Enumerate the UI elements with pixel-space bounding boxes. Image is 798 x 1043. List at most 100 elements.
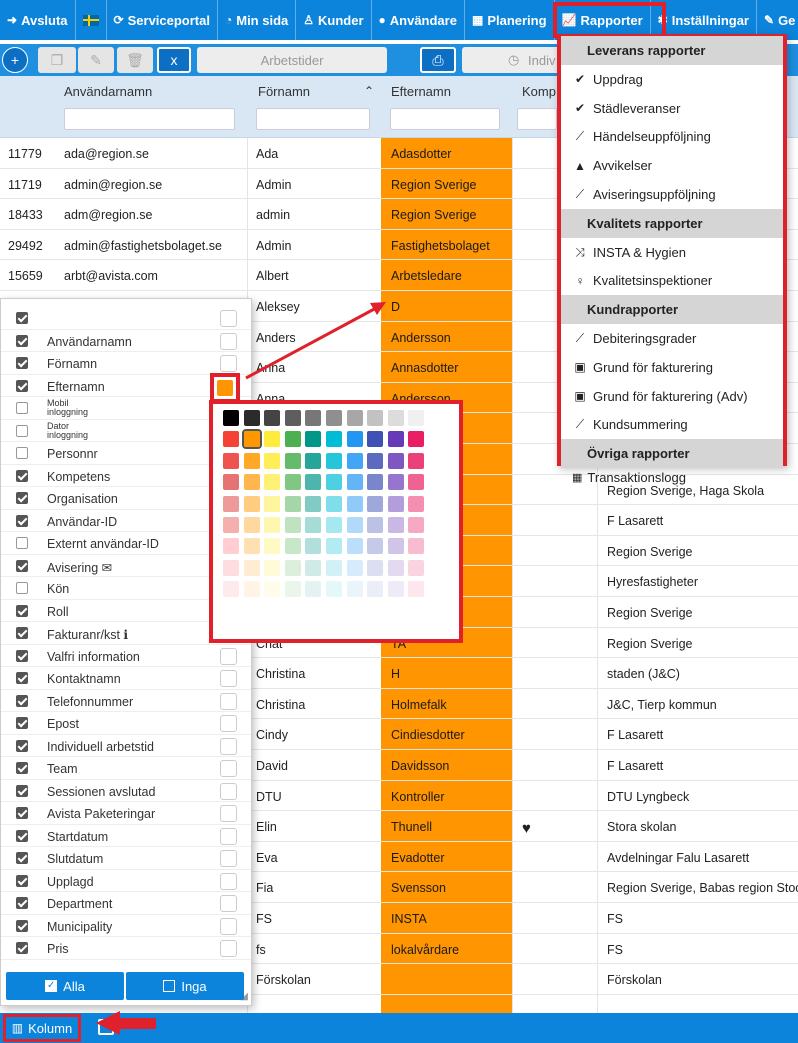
color-swatch[interactable] [220, 940, 237, 957]
checkbox-unchecked[interactable] [16, 402, 28, 414]
menu-item[interactable]: ⟋ Händelseuppföljning [561, 122, 783, 151]
checkbox-checked[interactable] [16, 739, 28, 752]
palette-color[interactable] [326, 474, 342, 491]
palette-color[interactable] [284, 559, 301, 576]
checkbox-checked[interactable] [16, 604, 28, 617]
indiv-button[interactable]: ◷ Indiv [462, 47, 562, 73]
checkbox-checked[interactable] [16, 469, 28, 482]
palette-color[interactable] [326, 538, 342, 555]
palette-color[interactable] [223, 431, 239, 448]
palette-color[interactable] [387, 410, 404, 426]
checkbox-checked[interactable] [16, 762, 28, 774]
palette-color[interactable] [387, 431, 404, 448]
checkbox-checked[interactable] [16, 672, 28, 684]
checkbox-checked[interactable] [16, 807, 28, 819]
checkbox-checked[interactable] [16, 717, 28, 729]
palette-color[interactable] [264, 410, 281, 426]
palette-color[interactable] [367, 410, 384, 426]
palette-color[interactable] [387, 559, 404, 576]
palette-color[interactable] [305, 452, 322, 469]
checkbox-checked[interactable] [16, 897, 28, 909]
header-firstname[interactable]: Förnamn [258, 84, 310, 99]
palette-color[interactable] [284, 431, 301, 448]
color-swatch[interactable] [220, 917, 237, 935]
column-option[interactable]: Pris [1, 937, 251, 960]
palette-color[interactable] [326, 581, 342, 598]
palette-color[interactable] [326, 452, 342, 469]
palette-color[interactable] [305, 559, 322, 576]
palette-color[interactable] [387, 538, 404, 555]
checkbox-checked[interactable] [16, 919, 28, 932]
color-swatch[interactable] [220, 647, 237, 665]
palette-color[interactable] [243, 410, 260, 426]
palette-color[interactable] [408, 581, 425, 598]
palette-color[interactable] [346, 581, 363, 598]
column-option[interactable]: Förnamn [1, 352, 251, 375]
checkbox-checked[interactable] [16, 627, 28, 639]
palette-color[interactable] [387, 581, 404, 598]
column-option[interactable]: Slutdatum [1, 847, 251, 870]
column-option[interactable]: Upplagd [1, 870, 251, 892]
checkbox-unchecked[interactable] [16, 582, 28, 594]
column-option[interactable]: Epost [1, 712, 251, 735]
column-option[interactable]: Användarnamn [1, 330, 251, 352]
palette-color[interactable] [387, 474, 404, 491]
palette-color[interactable] [264, 431, 281, 448]
palette-color[interactable] [387, 495, 404, 512]
color-swatch[interactable] [220, 827, 237, 845]
header-lastname[interactable]: Efternamn [391, 84, 451, 99]
column-option[interactable] [1, 307, 251, 330]
palette-color[interactable] [223, 495, 239, 512]
menu-item[interactable]: ✔ Uppdrag [561, 65, 783, 94]
column-option[interactable]: Avista Paketeringar [1, 802, 251, 825]
palette-color[interactable] [305, 495, 322, 512]
color-swatch[interactable] [220, 332, 237, 350]
palette-color[interactable] [367, 581, 384, 598]
selected-color-swatch[interactable] [210, 373, 240, 403]
column-option[interactable]: Sessionen avslutad [1, 780, 251, 802]
palette-color[interactable] [223, 581, 239, 598]
palette-color[interactable] [367, 538, 384, 555]
checkbox-checked[interactable] [16, 334, 28, 347]
palette-color[interactable] [367, 452, 384, 469]
palette-color[interactable] [305, 431, 322, 448]
palette-color[interactable] [264, 474, 281, 491]
palette-color[interactable] [387, 517, 404, 533]
palette-color[interactable] [243, 517, 260, 533]
palette-color[interactable] [408, 495, 425, 512]
kolumn-button[interactable]: ▥ Kolumn [3, 1014, 81, 1042]
palette-color[interactable] [367, 517, 384, 533]
palette-color[interactable] [243, 581, 260, 598]
palette-color[interactable] [305, 517, 322, 533]
palette-color[interactable] [284, 581, 301, 598]
palette-color[interactable] [243, 495, 260, 512]
column-option[interactable]: Valfri information [1, 645, 251, 667]
color-swatch[interactable] [220, 715, 237, 732]
palette-color[interactable] [284, 495, 301, 512]
color-swatch[interactable] [220, 737, 237, 755]
checkbox-checked[interactable] [16, 357, 28, 369]
menu-item[interactable]: ▣ Grund för fakturering (Adv) [561, 382, 783, 411]
checkbox-checked[interactable] [16, 694, 28, 707]
arbetstider-button[interactable]: Arbetstider [197, 47, 387, 73]
palette-color[interactable] [326, 431, 342, 448]
palette-color[interactable] [367, 474, 384, 491]
palette-color[interactable] [346, 410, 363, 426]
select-all-button[interactable]: ✓ Alla [6, 972, 124, 1000]
palette-color[interactable] [387, 452, 404, 469]
color-swatch[interactable] [220, 310, 237, 327]
palette-color[interactable] [408, 431, 425, 448]
palette-color[interactable] [346, 538, 363, 555]
palette-color[interactable] [264, 538, 281, 555]
excel-export-button[interactable]: x [157, 47, 191, 73]
palette-color[interactable] [346, 517, 363, 533]
palette-color[interactable] [367, 431, 384, 448]
nav-item-swedish-flag-icon[interactable] [76, 0, 107, 40]
filter-username[interactable] [64, 108, 235, 130]
select-none-button[interactable]: Inga [126, 972, 244, 1000]
delete-button[interactable]: 🗑 [117, 47, 153, 73]
checkbox-checked[interactable] [16, 514, 28, 527]
palette-color[interactable] [223, 559, 239, 576]
column-option[interactable]: Department [1, 892, 251, 915]
palette-color[interactable] [284, 538, 301, 555]
